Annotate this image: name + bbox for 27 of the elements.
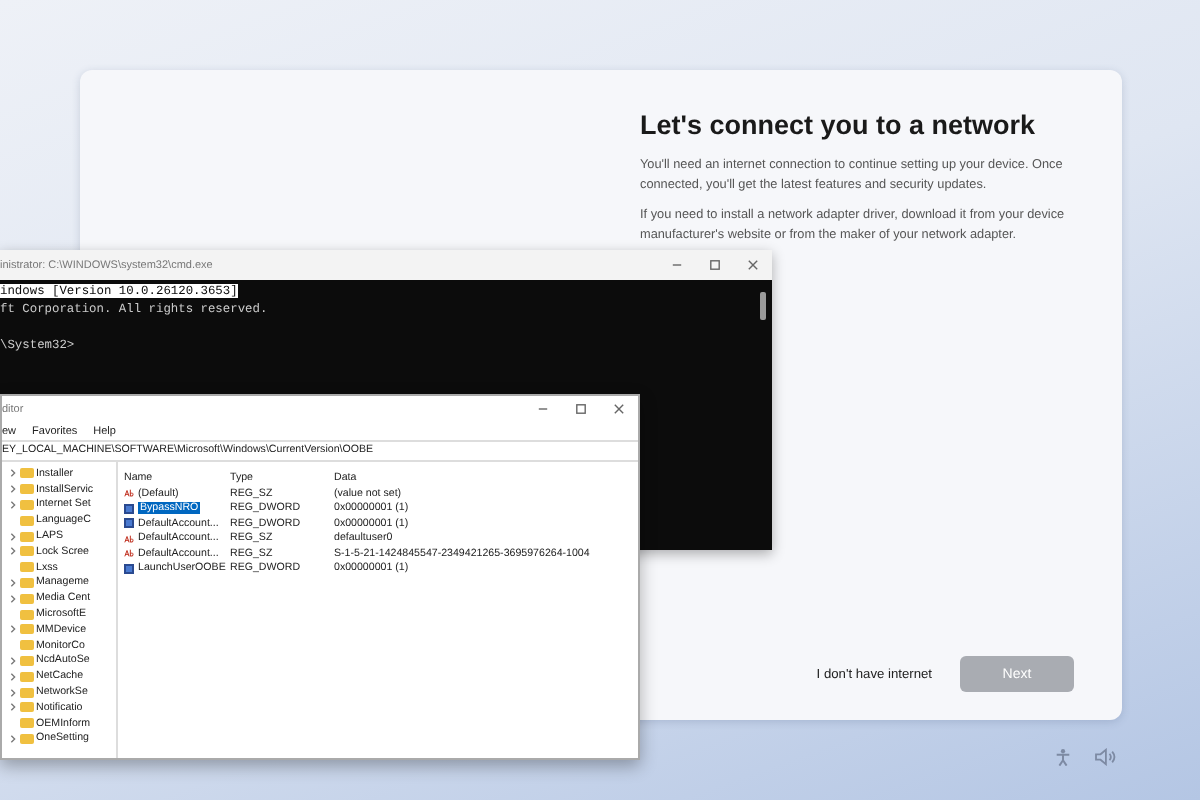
caret-icon[interactable] — [8, 468, 18, 479]
caret-icon[interactable] — [8, 546, 18, 557]
speaker-icon[interactable] — [1094, 748, 1116, 766]
minimize-icon[interactable] — [536, 402, 550, 416]
caret-icon[interactable] — [8, 733, 18, 744]
binary-value-icon — [124, 563, 134, 574]
close-icon[interactable] — [746, 258, 760, 272]
caret-icon[interactable] — [8, 624, 18, 635]
maximize-icon[interactable] — [708, 258, 722, 272]
string-value-icon — [124, 548, 134, 559]
minimize-icon[interactable] — [670, 258, 684, 272]
caret-icon[interactable] — [8, 655, 18, 666]
caret-icon[interactable] — [8, 702, 18, 713]
caret-icon[interactable] — [8, 577, 18, 588]
maximize-icon[interactable] — [574, 402, 588, 416]
scrollbar[interactable] — [760, 292, 766, 320]
caret-icon[interactable] — [8, 531, 18, 542]
string-value-icon — [124, 533, 134, 544]
string-value-icon — [124, 488, 134, 499]
caret-icon[interactable] — [8, 593, 18, 604]
close-icon[interactable] — [612, 402, 626, 416]
caret-icon[interactable] — [8, 671, 18, 682]
caret-icon[interactable] — [8, 484, 18, 495]
caret-icon[interactable] — [8, 499, 18, 510]
caret-icon[interactable] — [8, 687, 18, 698]
page-title: Let's connect you to a network — [640, 110, 1037, 140]
accessibility-icon[interactable] — [1054, 748, 1072, 766]
